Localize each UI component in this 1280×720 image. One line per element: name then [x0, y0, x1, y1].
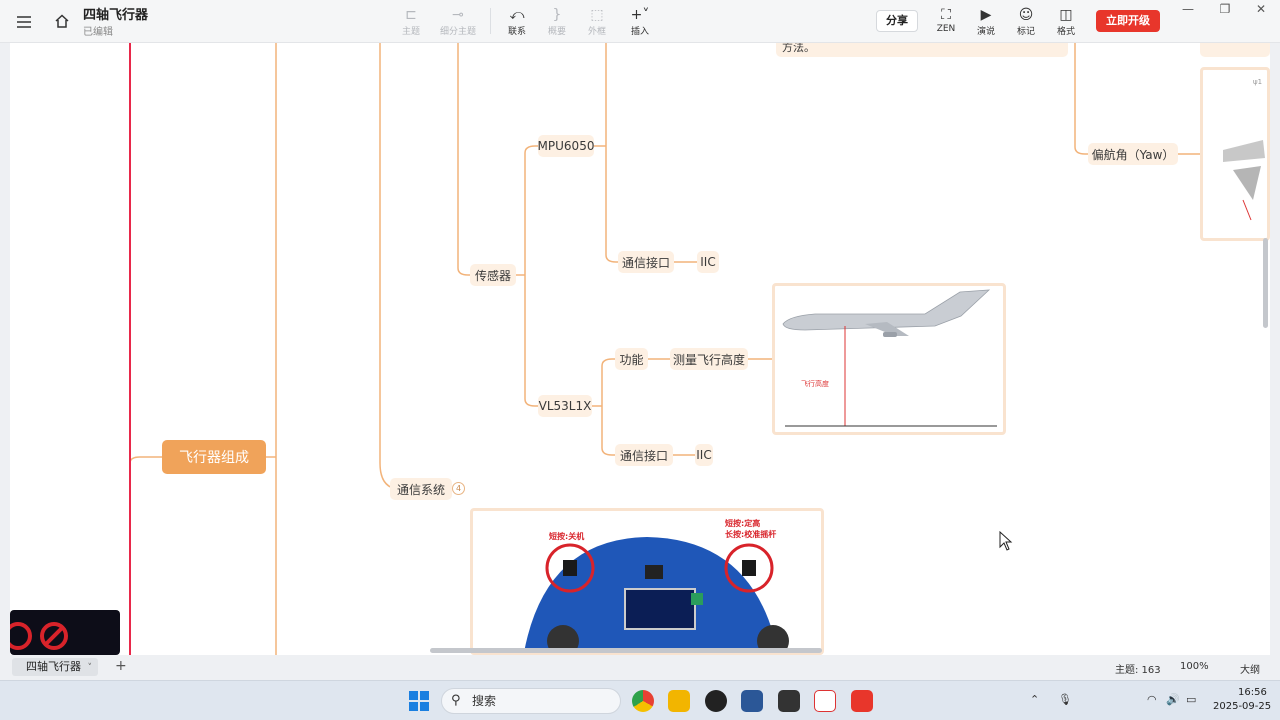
- chevron-down-icon: ˅: [87, 663, 93, 673]
- minimize-icon[interactable]: —: [1178, 2, 1198, 16]
- plane-height-label: 飞行高度: [801, 379, 829, 388]
- app-icon-dark[interactable]: [705, 690, 727, 712]
- smiley-icon: ☺: [1018, 7, 1034, 23]
- summary-icon: }: [552, 7, 562, 23]
- plus-dropdown-icon: +˅: [630, 7, 650, 23]
- altitude-image[interactable]: 飞行高度: [772, 283, 1006, 435]
- svg-text:ψ1: ψ1: [1253, 78, 1262, 86]
- topic-mpu6050[interactable]: MPU6050: [538, 135, 594, 157]
- menu-icon[interactable]: [14, 12, 34, 32]
- subtopic-icon: ⊸: [452, 7, 464, 23]
- play-icon: ▶: [980, 7, 992, 23]
- restore-icon[interactable]: ❐: [1215, 2, 1235, 16]
- relation-icon: ⤺: [509, 7, 525, 23]
- note-topic[interactable]: 方法。: [776, 43, 1068, 57]
- zoom-level[interactable]: 100%: [1180, 661, 1209, 672]
- topic-count: 主题: 163: [1115, 665, 1161, 676]
- fullscreen-icon: ⛶: [941, 7, 951, 23]
- collapsed-count-badge[interactable]: 4: [452, 482, 465, 495]
- vertical-scrollbar[interactable]: [1263, 238, 1268, 328]
- mouse-cursor-icon: [999, 531, 1013, 551]
- board-label-right-2: 长按:校准摇杆: [725, 529, 776, 539]
- board-label-right-1: 短按:定高: [725, 518, 760, 528]
- home-icon[interactable]: [52, 11, 72, 31]
- word-icon[interactable]: [741, 690, 763, 712]
- outline-button[interactable]: 大纲: [1240, 661, 1260, 676]
- topic-comm-system[interactable]: 通信系统: [390, 478, 452, 500]
- no-symbol-icon: [10, 622, 68, 650]
- clock-date[interactable]: 2025-09-25: [1213, 701, 1271, 712]
- title-toolbar: 四轴飞行器 已编辑 ⊏ 主题 ⊸ 细分主题 ⤺ 联系 } 概要 ⬚ 外框 +˅ …: [0, 0, 1280, 43]
- add-sheet-button[interactable]: +: [115, 658, 127, 674]
- chevron-up-icon[interactable]: ⌃: [1030, 693, 1039, 706]
- upgrade-button[interactable]: 立即开级: [1096, 10, 1160, 32]
- topic-sensor[interactable]: 传感器: [470, 264, 516, 286]
- toolbar-divider: [490, 8, 491, 34]
- horizontal-scrollbar[interactable]: [430, 648, 822, 653]
- topic-aircraft-composition[interactable]: 飞行器组成: [162, 440, 266, 474]
- file-explorer-icon[interactable]: [668, 690, 690, 712]
- close-icon[interactable]: ✕: [1251, 2, 1271, 16]
- app-icon-box[interactable]: [778, 690, 800, 712]
- sheet-tab-bar: 四轴飞行器 ˅ + 主题: 163 100% 大纲: [0, 655, 1280, 680]
- topic-function[interactable]: 功能: [615, 348, 648, 370]
- topic-vl53l1x[interactable]: VL53L1X: [538, 395, 592, 417]
- format-button[interactable]: ◫ 格式: [1044, 6, 1088, 37]
- microphone-icon[interactable]: 🎙: [1058, 693, 1072, 706]
- topic-icon: ⊏: [405, 7, 417, 23]
- sheet-tab[interactable]: 四轴飞行器 ˅: [12, 658, 98, 676]
- battery-icon[interactable]: ▭: [1186, 693, 1196, 706]
- present-button[interactable]: ▶ 演说: [964, 6, 1008, 37]
- subtopic-button[interactable]: ⊸ 细分主题: [435, 6, 481, 37]
- mindmap-canvas[interactable]: 方法。 偏航角（Yaw） ψ1 MPU6050 通信接口 IIC 传感器 功能 …: [10, 43, 1270, 655]
- wifi-icon[interactable]: ◠: [1147, 693, 1157, 706]
- summary-button[interactable]: } 概要: [535, 6, 579, 37]
- panel-icon: ◫: [1059, 7, 1073, 23]
- video-overlay-thumbnail: [10, 610, 120, 655]
- edit-status: 已编辑: [83, 27, 113, 38]
- boundary-button[interactable]: ⬚ 外框: [575, 6, 619, 37]
- search-icon: ⚲: [451, 693, 461, 708]
- clock-time[interactable]: 16:56: [1238, 687, 1267, 698]
- topic-yaw[interactable]: 偏航角（Yaw）: [1088, 143, 1178, 165]
- chrome-icon[interactable]: [632, 690, 654, 712]
- volume-icon[interactable]: 🔊: [1166, 693, 1180, 706]
- windows-start-icon[interactable]: [408, 690, 430, 712]
- taskbar-search[interactable]: ⚲ 搜索: [441, 688, 621, 714]
- topic-iic-2[interactable]: IIC: [695, 444, 713, 466]
- xmind-icon[interactable]: [851, 690, 873, 712]
- relation-button[interactable]: ⤺ 联系: [495, 6, 539, 37]
- airplane-illustration: 飞行高度: [782, 289, 997, 427]
- topic-iic-1[interactable]: IIC: [697, 251, 719, 273]
- share-button[interactable]: 分享: [876, 10, 918, 32]
- board-label-left: 短按:关机: [549, 531, 584, 541]
- wps-icon[interactable]: [814, 690, 836, 712]
- topic-comm-interface-1[interactable]: 通信接口: [618, 251, 674, 273]
- insert-button[interactable]: +˅ 插入: [618, 6, 662, 37]
- topic-measure-height[interactable]: 测量飞行高度: [670, 348, 748, 370]
- controller-board-image[interactable]: 短按:关机 短按:定高 长按:校准摇杆: [470, 508, 824, 655]
- app-window: 四轴飞行器 已编辑 ⊏ 主题 ⊸ 细分主题 ⤺ 联系 } 概要 ⬚ 外框 +˅ …: [0, 0, 1280, 720]
- partial-topic[interactable]: [1200, 43, 1270, 57]
- yaw-image[interactable]: ψ1: [1200, 67, 1270, 241]
- zen-button[interactable]: ⛶ ZEN: [924, 6, 968, 34]
- aircraft-yaw-illustration: ψ1: [1223, 78, 1265, 221]
- document-title[interactable]: 四轴飞行器: [83, 4, 148, 23]
- topic-comm-interface-2[interactable]: 通信接口: [615, 444, 673, 466]
- controller-board-illustration: 短按:关机 短按:定高 长按:校准摇杆: [524, 518, 789, 652]
- topic-button[interactable]: ⊏ 主题: [389, 6, 433, 37]
- marker-button[interactable]: ☺ 标记: [1004, 6, 1048, 37]
- boundary-icon: ⬚: [590, 7, 604, 23]
- windows-taskbar: ⚲ 搜索 ⌃ 🎙 ◠ 🔊 ▭ 16:56 2025-09-25: [0, 680, 1280, 720]
